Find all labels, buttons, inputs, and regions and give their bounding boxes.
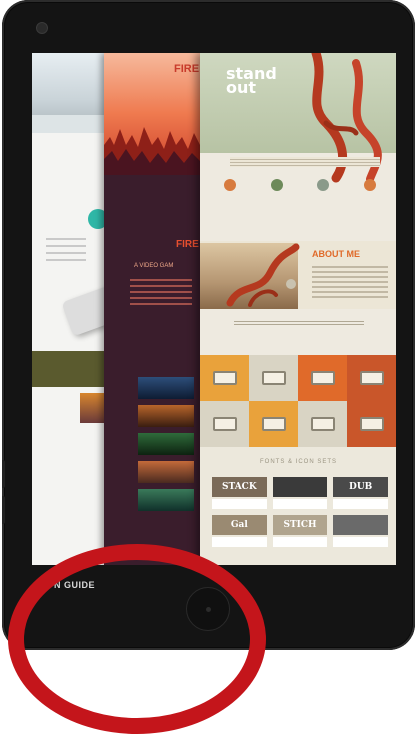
video-thumbnails [138,377,196,517]
highlight-circle [8,544,266,734]
website-preview-2[interactable]: FIRE FIRE A VIDEO GAM [104,53,200,565]
section-subtitle: A VIDEO GAM [134,263,174,269]
about-title: ABOUT ME [312,249,360,259]
tablet-screen: FIRE FIRE A VIDEO GAM stand out ABOUT ME… [32,53,396,565]
font-card[interactable] [333,515,388,547]
text-block [130,275,192,305]
tentacle-illustration [226,243,300,307]
services-row [210,179,390,191]
tablet-device: FIRE FIRE A VIDEO GAM stand out ABOUT ME… [2,0,415,650]
text-block [46,233,86,261]
front-camera [36,22,48,34]
website-preview-3[interactable]: stand out ABOUT ME FONTS & ICON SETS STA… [200,53,396,565]
forest-silhouette [104,127,200,175]
volume-button[interactable] [2,460,5,488]
font-card[interactable]: DUB [333,477,388,509]
portfolio-grid [200,355,396,447]
font-card[interactable]: Gal [212,515,267,547]
intro-text [230,157,380,167]
site-title: FIRE [174,63,200,75]
font-card[interactable]: STICH [272,515,328,547]
font-card[interactable]: STACK [212,477,267,509]
section-title: FIRE [176,239,199,250]
fonts-title: FONTS & ICON SETS [260,459,338,465]
fonts-grid: STACK DUB Gal STICH [212,477,388,547]
twitter-icon[interactable] [286,279,296,289]
power-button[interactable] [2,496,5,524]
font-card[interactable] [272,477,328,509]
about-text [312,263,388,298]
quote-text [234,319,364,327]
hero-title: stand out [226,64,277,97]
